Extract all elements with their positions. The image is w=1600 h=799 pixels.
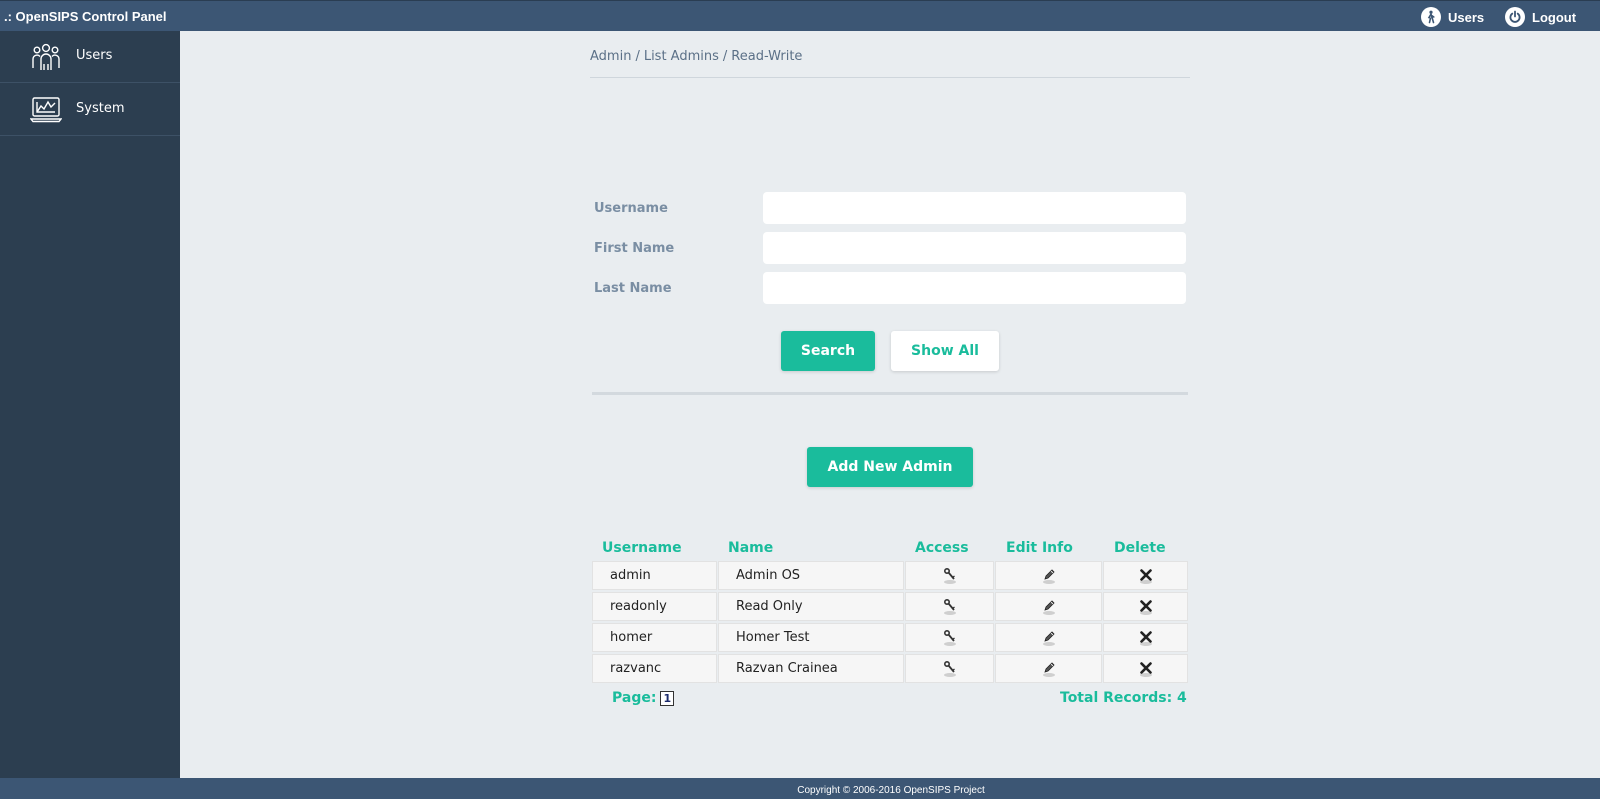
- access-cell[interactable]: [905, 561, 994, 590]
- column-header-username: Username: [602, 540, 682, 556]
- show-all-button[interactable]: Show All: [891, 331, 999, 371]
- copyright-text: Copyright © 2006-2016 OpenSIPS Project: [797, 785, 985, 796]
- access-cell[interactable]: [905, 592, 994, 621]
- column-header-name: Name: [728, 540, 774, 556]
- pencil-icon[interactable]: [1041, 660, 1057, 678]
- edit-info-cell[interactable]: [995, 592, 1102, 621]
- delete-x-icon[interactable]: [1138, 629, 1154, 647]
- delete-cell[interactable]: [1103, 654, 1188, 683]
- delete-x-icon[interactable]: [1138, 567, 1154, 585]
- first-name-input[interactable]: [763, 232, 1186, 264]
- last-name-input[interactable]: [763, 272, 1186, 304]
- username-cell: razvanc: [592, 654, 717, 683]
- sidebar: Users System: [0, 31, 180, 778]
- page-label: Page:: [612, 690, 657, 706]
- last-name-label: Last Name: [594, 281, 672, 296]
- page-number-link[interactable]: 1: [660, 691, 675, 706]
- breadcrumb: Admin / List Admins / Read-Write: [590, 49, 802, 64]
- edit-info-cell[interactable]: [995, 561, 1102, 590]
- sidebar-item-label: Users: [76, 48, 113, 63]
- name-cell: Homer Test: [718, 623, 904, 652]
- column-header-access: Access: [915, 540, 969, 556]
- delete-cell[interactable]: [1103, 592, 1188, 621]
- username-input[interactable]: [763, 192, 1186, 224]
- access-cell[interactable]: [905, 623, 994, 652]
- delete-x-icon[interactable]: [1138, 598, 1154, 616]
- breadcrumb-separator: /: [722, 49, 728, 64]
- edit-info-cell[interactable]: [995, 654, 1102, 683]
- sidebar-item-users[interactable]: Users: [0, 31, 180, 83]
- breadcrumb-divider: [590, 77, 1190, 78]
- user-walking-icon: [1421, 7, 1441, 27]
- pencil-icon[interactable]: [1041, 598, 1057, 616]
- username-cell: homer: [592, 623, 717, 652]
- users-group-icon: [30, 40, 62, 72]
- name-cell: Admin OS: [718, 561, 904, 590]
- username-label: Username: [594, 201, 668, 216]
- top-bar: .: OpenSIPS Control Panel Users Logout: [0, 0, 1600, 31]
- first-name-label: First Name: [594, 241, 675, 256]
- power-icon: [1505, 7, 1525, 27]
- pencil-icon[interactable]: [1041, 567, 1057, 585]
- delete-cell[interactable]: [1103, 561, 1188, 590]
- column-header-edit-info: Edit Info: [1006, 540, 1073, 556]
- name-cell: Razvan Crainea: [718, 654, 904, 683]
- logout-link[interactable]: Logout: [1505, 7, 1576, 27]
- edit-info-cell[interactable]: [995, 623, 1102, 652]
- top-users-label: Users: [1448, 9, 1485, 25]
- sidebar-item-system[interactable]: System: [0, 84, 180, 136]
- add-new-admin-button[interactable]: Add New Admin: [807, 447, 973, 487]
- key-icon[interactable]: [942, 567, 958, 585]
- search-button[interactable]: Search: [781, 331, 875, 371]
- breadcrumb-item[interactable]: List Admins: [644, 49, 719, 64]
- name-cell: Read Only: [718, 592, 904, 621]
- key-icon[interactable]: [942, 629, 958, 647]
- breadcrumb-item: Read-Write: [731, 49, 803, 64]
- top-users-link[interactable]: Users: [1421, 7, 1484, 27]
- column-header-delete: Delete: [1114, 540, 1166, 556]
- logout-label: Logout: [1532, 9, 1577, 25]
- footer: Copyright © 2006-2016 OpenSIPS Project: [0, 778, 1600, 799]
- breadcrumb-separator: /: [635, 49, 640, 64]
- form-divider: [592, 392, 1188, 395]
- total-records: Total Records: 4: [1060, 690, 1187, 706]
- system-monitor-icon: [29, 93, 63, 125]
- username-cell: readonly: [592, 592, 717, 621]
- sidebar-item-label: System: [76, 101, 125, 116]
- breadcrumb-item[interactable]: Admin: [590, 49, 631, 64]
- delete-x-icon[interactable]: [1138, 660, 1154, 678]
- access-cell[interactable]: [905, 654, 994, 683]
- delete-cell[interactable]: [1103, 623, 1188, 652]
- app-title: .: OpenSIPS Control Panel: [4, 9, 167, 24]
- pager: Page: 1: [612, 690, 675, 706]
- key-icon[interactable]: [942, 660, 958, 678]
- username-cell: admin: [592, 561, 717, 590]
- key-icon[interactable]: [942, 598, 958, 616]
- pencil-icon[interactable]: [1041, 629, 1057, 647]
